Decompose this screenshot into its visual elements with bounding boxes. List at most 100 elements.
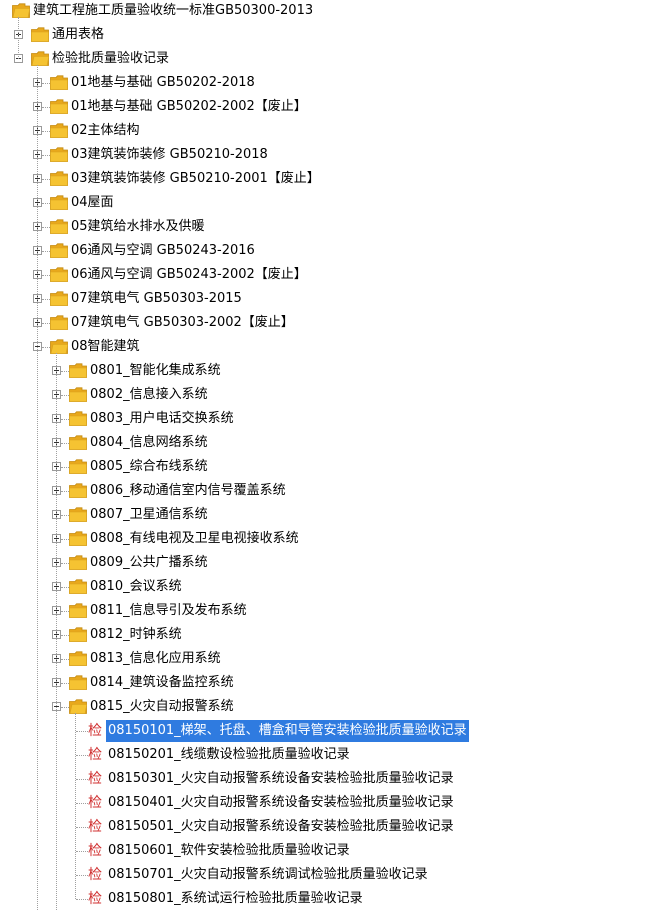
tree-node-label: 0810_会议系统 <box>90 579 182 594</box>
tree-connector-horizontal <box>61 419 69 420</box>
tree-record-item[interactable]: 检 08150401_火灾自动报警系统设备安装检验批质量验收记录 <box>0 792 670 814</box>
tree-connector-horizontal <box>61 515 69 516</box>
record-icon: 检 <box>88 771 102 787</box>
tree-node-label: 03建筑装饰装修 GB50210-2001【废止】 <box>71 171 320 186</box>
tree-node-subsystem[interactable]: 0812_时钟系统 <box>0 624 670 646</box>
tree-connector-horizontal <box>61 467 69 468</box>
tree-connector-horizontal <box>76 731 88 732</box>
tree-record-item[interactable]: 检 08150201_线缆敷设检验批质量验收记录 <box>0 744 670 766</box>
folder-icon <box>50 147 68 162</box>
tree-connector-horizontal <box>42 131 50 132</box>
tree-node-subsystem[interactable]: 0801_智能化集成系统 <box>0 360 670 382</box>
tree-node-inspection-records[interactable]: 检验批质量验收记录 <box>0 48 670 70</box>
tree-node-chapter[interactable]: 04屋面 <box>0 192 670 214</box>
tree-node-subsystem[interactable]: 0802_信息接入系统 <box>0 384 670 406</box>
tree-record-item[interactable]: 检 08150601_软件安装检验批质量验收记录 <box>0 840 670 862</box>
folder-open-icon <box>12 3 31 18</box>
folder-icon <box>50 195 68 210</box>
tree-node-general-forms[interactable]: 通用表格 <box>0 24 670 46</box>
tree-connector-horizontal <box>61 563 69 564</box>
tree-node-label: 0812_时钟系统 <box>90 627 182 642</box>
tree-record-item[interactable]: 检 08150301_火灾自动报警系统设备安装检验批质量验收记录 <box>0 768 670 790</box>
tree-node-fire-alarm[interactable]: 0815_火灾自动报警系统 <box>0 696 670 718</box>
tree-node-chapter[interactable]: 06通风与空调 GB50243-2016 <box>0 240 670 262</box>
tree-node-label: 08150401_火灾自动报警系统设备安装检验批质量验收记录 <box>108 795 454 810</box>
tree-node-subsystem[interactable]: 0809_公共广播系统 <box>0 552 670 574</box>
tree-node-label: 05建筑给水排水及供暖 <box>71 219 205 234</box>
tree-node-label: 03建筑装饰装修 GB50210-2018 <box>71 147 268 162</box>
tree-connector-horizontal <box>42 251 50 252</box>
tree-node-chapter[interactable]: 03建筑装饰装修 GB50210-2001【废止】 <box>0 168 670 190</box>
tree-node-subsystem[interactable]: 0810_会议系统 <box>0 576 670 598</box>
tree-connector-horizontal <box>42 275 50 276</box>
folder-open-icon <box>31 51 50 66</box>
tree-node-label: 06通风与空调 GB50243-2016 <box>71 243 255 258</box>
tree-record-item[interactable]: 检 08150801_系统试运行检验批质量验收记录 <box>0 888 670 910</box>
tree-connector-vertical <box>37 65 38 910</box>
tree-node-subsystem[interactable]: 0811_信息导引及发布系统 <box>0 600 670 622</box>
tree-node-subsystem[interactable]: 0804_信息网络系统 <box>0 432 670 454</box>
folder-icon <box>69 411 87 426</box>
tree-connector-horizontal <box>76 755 88 756</box>
folder-icon <box>69 627 87 642</box>
tree-connector-horizontal <box>42 323 50 324</box>
tree-node-chapter[interactable]: 05建筑给水排水及供暖 <box>0 216 670 238</box>
tree-node-chapter[interactable]: 02主体结构 <box>0 120 670 142</box>
folder-icon <box>50 219 68 234</box>
tree-node-label: 0806_移动通信室内信号覆盖系统 <box>90 483 286 498</box>
tree-node-label: 建筑工程施工质量验收统一标准GB50300-2013 <box>33 3 314 18</box>
tree-node-label: 0801_智能化集成系统 <box>90 363 221 378</box>
tree-node-label: 06通风与空调 GB50243-2002【废止】 <box>71 267 307 282</box>
tree-connector-vertical <box>75 713 76 899</box>
tree-node-subsystem[interactable]: 0814_建筑设备监控系统 <box>0 672 670 694</box>
tree-node-chapter[interactable]: 06通风与空调 GB50243-2002【废止】 <box>0 264 670 286</box>
tree-connector-horizontal <box>76 875 88 876</box>
tree-node-label: 0808_有线电视及卫星电视接收系统 <box>90 531 299 546</box>
tree-connector-horizontal <box>76 779 88 780</box>
tree-node-subsystem[interactable]: 0806_移动通信室内信号覆盖系统 <box>0 480 670 502</box>
tree-node-chapter[interactable]: 07建筑电气 GB50303-2002【废止】 <box>0 312 670 334</box>
tree-node-label: 01地基与基础 GB50202-2018 <box>71 75 255 90</box>
tree-node-subsystem[interactable]: 0805_综合布线系统 <box>0 456 670 478</box>
tree-node-label: 0804_信息网络系统 <box>90 435 208 450</box>
folder-icon <box>69 483 87 498</box>
folder-icon <box>69 603 87 618</box>
tree-node-subsystem[interactable]: 0813_信息化应用系统 <box>0 648 670 670</box>
tree-connector-horizontal <box>61 635 69 636</box>
tree-node-label: 0807_卫星通信系统 <box>90 507 208 522</box>
folder-icon <box>50 171 68 186</box>
tree-node-subsystem[interactable]: 0807_卫星通信系统 <box>0 504 670 526</box>
tree-connector-horizontal <box>42 83 50 84</box>
tree-node-label: 01地基与基础 GB50202-2002【废止】 <box>71 99 307 114</box>
tree-node-label: 07建筑电气 GB50303-2015 <box>71 291 242 306</box>
folder-icon <box>69 531 87 546</box>
folder-icon <box>69 555 87 570</box>
tree-view[interactable]: 建筑工程施工质量验收统一标准GB50300-2013 通用表格检验批质量验收记录 0… <box>0 0 670 910</box>
tree-connector-horizontal <box>61 539 69 540</box>
record-icon: 检 <box>88 867 102 883</box>
tree-connector-horizontal <box>61 443 69 444</box>
tree-node-label: 通用表格 <box>52 27 105 42</box>
tree-node-subsystem[interactable]: 0808_有线电视及卫星电视接收系统 <box>0 528 670 550</box>
tree-record-item[interactable]: 检 08150101_梯架、托盘、槽盒和导管安装检验批质量验收记录 <box>0 720 670 742</box>
tree-connector-horizontal <box>42 107 50 108</box>
tree-node-label: 08150501_火灾自动报警系统设备安装检验批质量验收记录 <box>108 819 454 834</box>
folder-icon <box>69 507 87 522</box>
tree-record-item[interactable]: 检 08150701_火灾自动报警系统调试检验批质量验收记录 <box>0 864 670 886</box>
tree-connector-horizontal <box>42 179 50 180</box>
tree-node-chapter[interactable]: 01地基与基础 GB50202-2018 <box>0 72 670 94</box>
tree-connector-vertical <box>56 353 57 910</box>
tree-node-chapter[interactable]: 01地基与基础 GB50202-2002【废止】 <box>0 96 670 118</box>
folder-icon <box>69 363 87 378</box>
tree-record-item[interactable]: 检 08150501_火灾自动报警系统设备安装检验批质量验收记录 <box>0 816 670 838</box>
tree-node-chapter[interactable]: 07建筑电气 GB50303-2015 <box>0 288 670 310</box>
tree-node-label: 04屋面 <box>71 195 114 210</box>
tree-node-smart-building[interactable]: 08智能建筑 <box>0 336 670 358</box>
tree-node-root[interactable]: 建筑工程施工质量验收统一标准GB50300-2013 <box>0 0 670 22</box>
tree-node-subsystem[interactable]: 0803_用户电话交换系统 <box>0 408 670 430</box>
tree-node-label: 0815_火灾自动报警系统 <box>90 699 234 714</box>
folder-icon <box>69 651 87 666</box>
record-icon: 检 <box>88 795 102 811</box>
tree-node-chapter[interactable]: 03建筑装饰装修 GB50210-2018 <box>0 144 670 166</box>
folder-icon <box>31 27 49 42</box>
